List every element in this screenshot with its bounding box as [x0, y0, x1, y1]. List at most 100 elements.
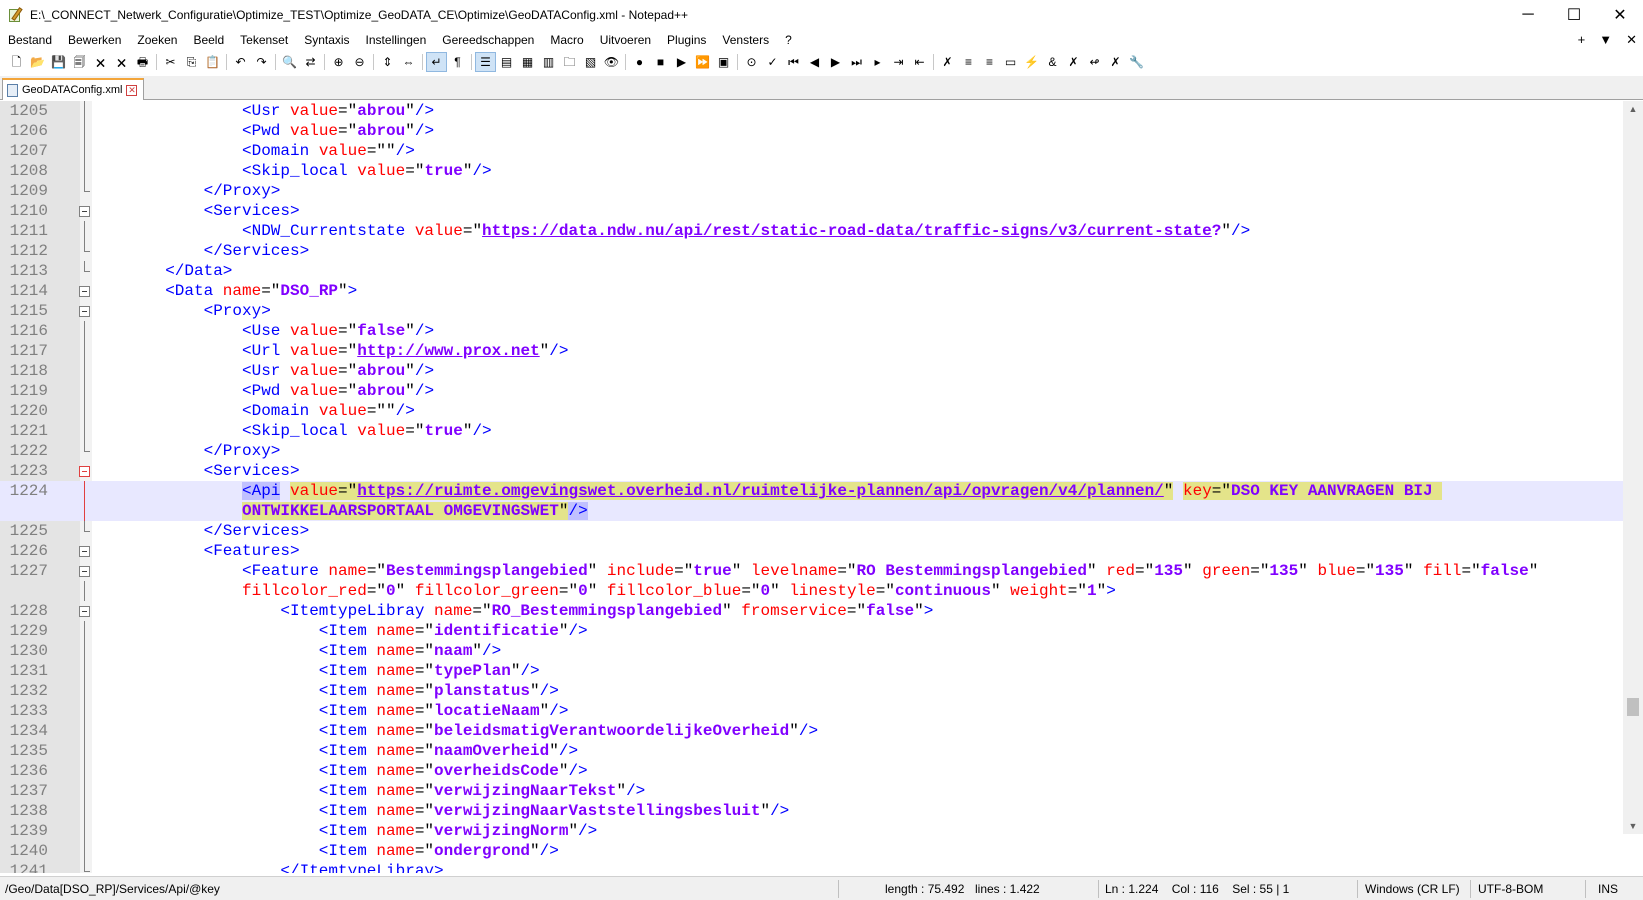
- plugin-h-icon[interactable]: ↫: [1084, 52, 1105, 72]
- code-token: value: [290, 102, 339, 120]
- prev-icon[interactable]: ◀: [804, 52, 825, 72]
- plugin-g-icon[interactable]: ✗: [1063, 52, 1084, 72]
- copy-icon[interactable]: ⎘: [181, 52, 202, 72]
- menu-bestand[interactable]: Bestand: [0, 30, 60, 50]
- plugin-e-icon[interactable]: ⚡: [1021, 52, 1042, 72]
- next-icon[interactable]: ▶: [825, 52, 846, 72]
- xml-tools-icon[interactable]: ⊙: [741, 52, 762, 72]
- plugin-c-icon[interactable]: ≡: [979, 52, 1000, 72]
- close-document-icon[interactable]: ✕: [1626, 30, 1637, 50]
- new-file-icon[interactable]: 🗋: [6, 52, 27, 72]
- code-token: name: [434, 602, 473, 620]
- monitoring-icon[interactable]: 👁: [601, 52, 622, 72]
- scroll-down-icon[interactable]: ▼: [1623, 818, 1643, 834]
- status-eol[interactable]: Windows (CR LF): [1360, 877, 1460, 900]
- last-icon[interactable]: ⏭: [846, 52, 867, 72]
- fold-toggle-icon[interactable]: [79, 606, 90, 617]
- paste-icon[interactable]: 📋: [202, 52, 223, 72]
- fold-toggle-icon[interactable]: [79, 206, 90, 217]
- close-icon[interactable]: 🗙: [90, 52, 111, 72]
- replace-icon[interactable]: ⇄: [300, 52, 321, 72]
- fold-toggle-icon[interactable]: [79, 466, 90, 477]
- plugin-d-icon[interactable]: ▭: [1000, 52, 1021, 72]
- code-token: planstatus: [434, 682, 531, 700]
- menu-vensters[interactable]: Vensters: [714, 30, 777, 50]
- sync-horizontal-icon[interactable]: ⇔: [398, 52, 419, 72]
- fold-toggle-icon[interactable]: [79, 546, 90, 557]
- code-token: ": [405, 102, 415, 120]
- status-insert-mode[interactable]: INS: [1593, 877, 1618, 900]
- cut-icon[interactable]: ✂: [160, 52, 181, 72]
- fold-toggle-icon[interactable]: [79, 286, 90, 297]
- code-text: <Services>: [204, 461, 300, 481]
- maximize-button[interactable]: ☐: [1551, 0, 1597, 30]
- code-line: 1212 </Services>: [0, 241, 1623, 261]
- undo-icon[interactable]: ↶: [230, 52, 251, 72]
- run-icon[interactable]: ▸: [867, 52, 888, 72]
- save-icon[interactable]: 💾: [48, 52, 69, 72]
- play-multiple-icon[interactable]: ⏩: [692, 52, 713, 72]
- plugin-b-icon[interactable]: ≡: [958, 52, 979, 72]
- stop-macro-icon[interactable]: ■: [650, 52, 671, 72]
- record-macro-icon[interactable]: ●: [629, 52, 650, 72]
- new-tab-plus-icon[interactable]: +: [1578, 30, 1586, 50]
- line-number: 1219: [9, 382, 48, 400]
- code-token: <Features>: [203, 542, 300, 560]
- open-file-icon[interactable]: 📂: [27, 52, 48, 72]
- tab-list-dropdown-icon[interactable]: ▼: [1599, 30, 1612, 50]
- minimize-button[interactable]: ─: [1505, 0, 1551, 30]
- word-wrap-icon[interactable]: ↵: [426, 52, 447, 72]
- sync-vertical-icon[interactable]: ⇕: [377, 52, 398, 72]
- menu-help[interactable]: ?: [777, 30, 800, 50]
- code-token: =": [338, 482, 358, 500]
- fold-toggle-icon[interactable]: [79, 306, 90, 317]
- doc-map-icon[interactable]: ▦: [517, 52, 538, 72]
- find-icon[interactable]: 🔍: [279, 52, 300, 72]
- menu-syntaxis[interactable]: Syntaxis: [296, 30, 357, 50]
- folder-workspace-icon[interactable]: 🗀: [559, 52, 580, 72]
- scrollbar-thumb[interactable]: [1627, 698, 1639, 716]
- fold-toggle-icon[interactable]: [79, 566, 90, 577]
- print-icon[interactable]: 🖶: [132, 52, 153, 72]
- status-encoding[interactable]: UTF-8-BOM: [1473, 877, 1543, 900]
- doc-list-icon[interactable]: ▧: [580, 52, 601, 72]
- menu-plugins[interactable]: Plugins: [659, 30, 714, 50]
- plugin-j-icon[interactable]: 🔧: [1126, 52, 1147, 72]
- play-macro-icon[interactable]: ▶: [671, 52, 692, 72]
- save-macro-icon[interactable]: ▣: [713, 52, 734, 72]
- first-icon[interactable]: ⏮: [783, 52, 804, 72]
- menu-tekenset[interactable]: Tekenset: [232, 30, 296, 50]
- tab-geodataconfig[interactable]: GeoDATAConfig.xml ✕: [2, 78, 145, 100]
- close-all-icon[interactable]: 🗙: [111, 52, 132, 72]
- save-all-icon[interactable]: 🗐: [69, 52, 90, 72]
- menu-macro[interactable]: Macro: [542, 30, 591, 50]
- menu-zoeken[interactable]: Zoeken: [129, 30, 185, 50]
- validate-icon[interactable]: ✓: [762, 52, 783, 72]
- user-lang-icon[interactable]: ▤: [496, 52, 517, 72]
- function-list-icon[interactable]: ▥: [538, 52, 559, 72]
- menu-gereedschappen[interactable]: Gereedschappen: [434, 30, 542, 50]
- plugin-f-icon[interactable]: &: [1042, 52, 1063, 72]
- close-window-button[interactable]: ✕: [1597, 0, 1643, 30]
- zoom-out-icon[interactable]: ⊖: [349, 52, 370, 72]
- vertical-scrollbar[interactable]: ▲ ▼: [1623, 101, 1643, 834]
- code-line: 1216 <Use value="false"/>: [0, 321, 1623, 341]
- menu-beeld[interactable]: Beeld: [185, 30, 232, 50]
- scroll-up-icon[interactable]: ▲: [1623, 101, 1643, 117]
- show-all-chars-icon[interactable]: ¶: [447, 52, 468, 72]
- indent-guide-icon[interactable]: ☰: [475, 52, 496, 72]
- menu-instellingen[interactable]: Instellingen: [358, 30, 435, 50]
- step-icon[interactable]: ⇥: [888, 52, 909, 72]
- menu-uitvoeren[interactable]: Uitvoeren: [592, 30, 659, 50]
- zoom-in-icon[interactable]: ⊕: [328, 52, 349, 72]
- plugin-a-icon[interactable]: ✗: [937, 52, 958, 72]
- code-token: />: [798, 722, 819, 740]
- code-token: =": [1461, 562, 1481, 580]
- editor[interactable]: 1205 <Usr value="abrou"/> 1206 <Pwd value="…: [0, 101, 1643, 873]
- tab-close-icon[interactable]: ✕: [126, 84, 138, 96]
- code-text: <Url value="http://www.prox.net"/>: [242, 341, 568, 361]
- menu-bewerken[interactable]: Bewerken: [60, 30, 129, 50]
- step-into-icon[interactable]: ⇤: [909, 52, 930, 72]
- plugin-i-icon[interactable]: ✗: [1105, 52, 1126, 72]
- redo-icon[interactable]: ↷: [251, 52, 272, 72]
